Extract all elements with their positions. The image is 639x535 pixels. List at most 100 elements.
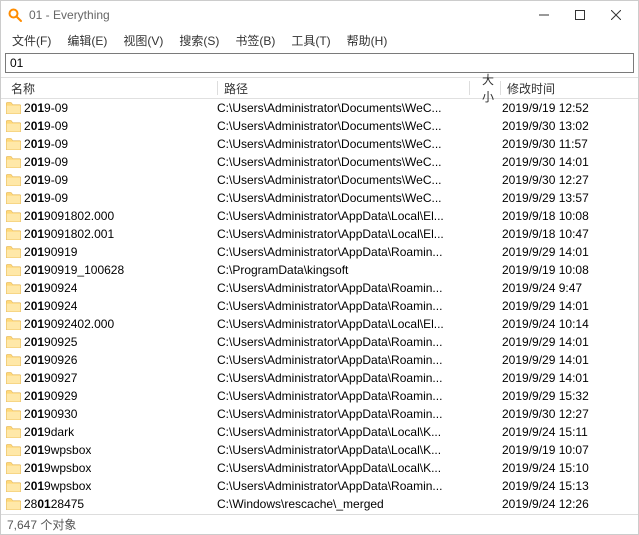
file-date: 2019/9/24 9:47 [498,281,638,295]
file-name: 2019-09 [24,191,68,205]
file-date: 2019/9/30 12:27 [498,173,638,187]
table-row[interactable]: 20190927C:\Users\Administrator\AppData\R… [1,369,638,387]
table-row[interactable]: 2019-09C:\Users\Administrator\Documents\… [1,171,638,189]
menu-file[interactable]: 文件(F) [5,30,58,51]
menu-tools[interactable]: 工具(T) [284,30,337,51]
file-name: 20190924 [24,281,77,295]
folder-icon [5,478,21,494]
table-row[interactable]: 20190919_100628 C:\ProgramData\kingsoft 20… [1,261,638,279]
table-row[interactable]: 20190919 C:\Users\Administrator\AppData\R… [1,243,638,261]
folder-icon [5,136,21,152]
file-date: 2019/9/30 11:57 [498,137,638,151]
menu-search[interactable]: 搜索(S) [172,30,226,51]
folder-icon [5,352,21,368]
table-row[interactable]: 20190924 C:\Users\Administrator\AppData\R… [1,279,638,297]
file-name: 2019wpsbox [24,479,91,493]
header-path[interactable]: 路径 [218,77,469,100]
close-button[interactable] [598,1,634,29]
file-name: 2019091802.001 [24,227,114,241]
table-row[interactable]: 2019-09C:\Users\Administrator\Documents\… [1,135,638,153]
file-date: 2019/9/30 14:01 [498,155,638,169]
table-row[interactable]: 2019091802.000 C:\Users\Administrator\App… [1,207,638,225]
menu-bookmark[interactable]: 书签(B) [228,30,282,51]
folder-icon [5,496,21,512]
table-row[interactable]: 2019091802.001C:\Users\Administrator\App… [1,225,638,243]
file-date: 2019/9/29 14:01 [498,335,638,349]
file-name: 2019-09 [24,137,68,151]
file-path: C:\Users\Administrator\AppData\Roamin... [217,407,468,421]
folder-icon [5,154,21,170]
folder-icon [5,262,21,278]
status-text: 7,647 个对象 [7,516,76,533]
file-name: 2019091802.000 [24,209,114,223]
folder-icon [5,298,21,314]
table-row[interactable]: 2019darkC:\Users\Administrator\AppData\L… [1,423,638,441]
file-name: 20190930 [24,407,77,421]
file-path: C:\Users\Administrator\Documents\WeC... [217,155,468,169]
file-path: C:\Users\Administrator\AppData\Roamin... [217,389,468,403]
folder-icon [5,280,21,296]
file-date: 2019/9/29 14:01 [498,245,638,259]
folder-icon [5,190,21,206]
column-headers: 名称 路径 大小 修改时间 [1,77,638,99]
file-path: C:\Users\Administrator\AppData\Roamin... [217,245,468,259]
folder-icon [5,208,21,224]
table-row[interactable]: 20190924C:\Users\Administrator\AppData\R… [1,297,638,315]
folder-icon [5,118,21,134]
folder-icon [5,460,21,476]
status-bar: 7,647 个对象 [1,514,638,534]
file-path: C:\ProgramData\kingsoft [217,263,468,277]
table-row[interactable]: 2019-09 C:\Users\Administrator\Documents\… [1,99,638,117]
table-row[interactable]: 2019-09C:\Users\Administrator\Documents\… [1,117,638,135]
file-date: 2019/9/29 13:57 [498,191,638,205]
file-name: 2019092402.000 [24,317,114,331]
file-name: 2019-09 [24,155,68,169]
title-bar: 01 - Everything [1,1,638,29]
results-list[interactable]: 2019-09 C:\Users\Administrator\Documents\… [1,99,638,514]
file-name: 20190929 [24,389,77,403]
menu-help[interactable]: 帮助(H) [340,30,395,51]
file-name: 2019wpsbox [24,461,91,475]
search-input[interactable] [5,53,634,73]
header-date[interactable]: 修改时间 [501,77,638,100]
file-name: 20190919 [24,245,77,259]
menu-view[interactable]: 视图(V) [116,30,170,51]
file-path: C:\Users\Administrator\AppData\Local\K..… [217,425,468,439]
file-date: 2019/9/19 10:08 [498,263,638,277]
table-row[interactable]: 280128475C:\Windows\rescache\_merged2019… [1,495,638,513]
table-row[interactable]: 2019092402.000C:\Users\Administrator\App… [1,315,638,333]
file-name: 20190919_100628 [24,263,124,277]
maximize-button[interactable] [562,1,598,29]
file-path: C:\Windows\rescache\_merged [217,497,468,511]
file-name: 2019-09 [24,101,68,115]
file-path: C:\Users\Administrator\Documents\WeC... [217,119,468,133]
table-row[interactable]: 20190929 C:\Users\Administrator\AppData\R… [1,387,638,405]
table-row[interactable]: 20190930 C:\Users\Administrator\AppData\R… [1,405,638,423]
search-box [5,53,634,73]
folder-icon [5,226,21,242]
file-path: C:\Users\Administrator\AppData\Local\El.… [217,209,468,223]
file-path: C:\Users\Administrator\AppData\Roamin... [217,281,468,295]
window-title: 01 - Everything [29,8,526,22]
file-path: C:\Users\Administrator\Documents\WeC... [217,101,468,115]
table-row[interactable]: 2019wpsbox C:\Users\Administrator\AppData… [1,459,638,477]
file-path: C:\Users\Administrator\AppData\Local\K..… [217,461,468,475]
table-row[interactable]: 2019-09C:\Users\Administrator\Documents\… [1,189,638,207]
menu-bar: 文件(F) 编辑(E) 视图(V) 搜索(S) 书签(B) 工具(T) 帮助(H… [1,29,638,51]
file-date: 2019/9/24 15:11 [498,425,638,439]
table-row[interactable]: 2019wpsboxC:\Users\Administrator\AppData… [1,441,638,459]
file-path: C:\Users\Administrator\AppData\Local\K..… [217,443,468,457]
file-name: 2019-09 [24,173,68,187]
file-date: 2019/9/24 15:10 [498,461,638,475]
table-row[interactable]: 20190925C:\Users\Administrator\AppData\R… [1,333,638,351]
table-row[interactable]: 20190926C:\Users\Administrator\AppData\R… [1,351,638,369]
menu-edit[interactable]: 编辑(E) [60,30,114,51]
header-name[interactable]: 名称 [5,77,217,100]
file-date: 2019/9/18 10:47 [498,227,638,241]
table-row[interactable]: 2019-09 C:\Users\Administrator\Documents\… [1,153,638,171]
minimize-button[interactable] [526,1,562,29]
folder-icon [5,100,21,116]
table-row[interactable]: 2019wpsboxC:\Users\Administrator\AppData… [1,477,638,495]
folder-icon [5,244,21,260]
file-name: 20190925 [24,335,77,349]
